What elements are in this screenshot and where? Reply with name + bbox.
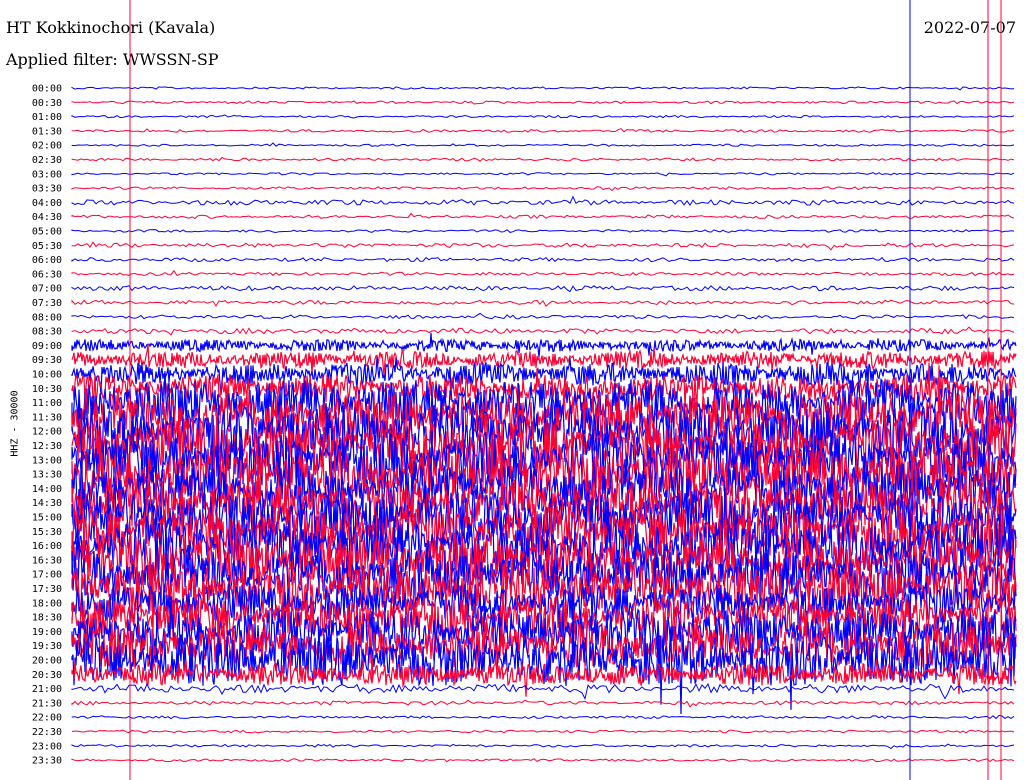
seismic-trace-row xyxy=(71,269,1015,277)
row-time-label: 05:30 xyxy=(32,241,62,252)
row-time-label: 21:00 xyxy=(32,684,62,695)
seismic-trace-row xyxy=(71,86,1015,91)
row-time-label: 22:30 xyxy=(32,727,62,738)
seismic-trace-row xyxy=(71,186,1015,192)
seismic-trace-row xyxy=(71,229,1015,234)
row-time-label: 01:30 xyxy=(32,126,62,137)
row-time-label: 16:30 xyxy=(32,555,62,566)
row-time-label: 19:30 xyxy=(32,641,62,652)
row-time-label: 12:00 xyxy=(32,427,62,438)
row-time-label: 06:00 xyxy=(32,255,62,266)
row-time-label: 17:30 xyxy=(32,584,62,595)
seismic-trace-row xyxy=(71,714,1015,720)
seismic-trace-row xyxy=(71,729,1015,734)
row-time-label: 03:30 xyxy=(32,184,62,195)
row-time-label: 21:30 xyxy=(32,698,62,709)
row-time-label: 13:00 xyxy=(32,455,62,466)
seismic-trace-row xyxy=(71,326,1015,336)
row-time-label: 14:00 xyxy=(32,484,62,495)
row-time-label: 18:30 xyxy=(32,613,62,624)
row-time-label: 23:30 xyxy=(32,756,62,767)
seismic-trace-row xyxy=(71,156,1015,162)
seismic-trace-row xyxy=(71,285,1015,293)
row-time-label: 02:30 xyxy=(32,155,62,166)
row-time-label: 20:30 xyxy=(32,670,62,681)
row-time-label: 10:30 xyxy=(32,384,62,395)
seismic-trace-row xyxy=(71,758,1015,763)
row-time-label: 07:30 xyxy=(32,298,62,309)
seismic-trace-row xyxy=(71,743,1015,750)
helicorder-plot: 00:00 00:30 01:00 01:30 02:00 02:30 03:00 03:30… xyxy=(32,0,1017,780)
row-time-label: 19:00 xyxy=(32,627,62,638)
row-time-label: 06:30 xyxy=(32,269,62,280)
row-time-label: 11:30 xyxy=(32,412,62,423)
seismic-trace-row xyxy=(71,256,1015,263)
row-time-label: 07:00 xyxy=(32,284,62,295)
row-time-label: 20:00 xyxy=(32,656,62,667)
row-time-label: 00:00 xyxy=(32,84,62,95)
seismic-trace-row xyxy=(71,128,1015,133)
seismic-trace-row xyxy=(71,172,1015,177)
row-time-label: 22:00 xyxy=(32,713,62,724)
row-time-label: 14:30 xyxy=(32,498,62,509)
row-time-label: 17:00 xyxy=(32,570,62,581)
seismic-trace-row xyxy=(71,683,1015,701)
row-time-label: 08:00 xyxy=(32,312,62,323)
row-time-label: 13:30 xyxy=(32,470,62,481)
row-time-label: 12:30 xyxy=(32,441,62,452)
row-time-label: 09:30 xyxy=(32,355,62,366)
row-time-label: 11:00 xyxy=(32,398,62,409)
seismic-trace-row xyxy=(71,332,1017,358)
row-time-label: 15:00 xyxy=(32,513,62,524)
seismic-trace-row xyxy=(71,699,1015,708)
row-time-label: 23:00 xyxy=(32,741,62,752)
row-time-label: 15:30 xyxy=(32,527,62,538)
row-time-label: 00:30 xyxy=(32,98,62,109)
seismic-trace-row xyxy=(71,195,1015,207)
seismic-trace-row xyxy=(71,312,1015,320)
seismic-trace-row xyxy=(71,142,1015,147)
seismic-trace-row xyxy=(71,299,1015,308)
row-time-label: 01:00 xyxy=(32,112,62,123)
row-time-label: 04:30 xyxy=(32,212,62,223)
row-time-label: 09:00 xyxy=(32,341,62,352)
seismic-trace-row xyxy=(71,212,1015,219)
row-time-label: 02:00 xyxy=(32,141,62,152)
row-time-label: 08:30 xyxy=(32,327,62,338)
row-time-label: 04:00 xyxy=(32,198,62,209)
row-time-label: 05:00 xyxy=(32,227,62,238)
seismic-trace-row xyxy=(71,114,1015,119)
row-time-label: 10:00 xyxy=(32,370,62,381)
seismic-trace-row xyxy=(71,241,1015,251)
seismic-trace-row xyxy=(71,100,1015,105)
row-time-label: 18:00 xyxy=(32,598,62,609)
row-time-label: 16:00 xyxy=(32,541,62,552)
row-time-label: 03:00 xyxy=(32,169,62,180)
